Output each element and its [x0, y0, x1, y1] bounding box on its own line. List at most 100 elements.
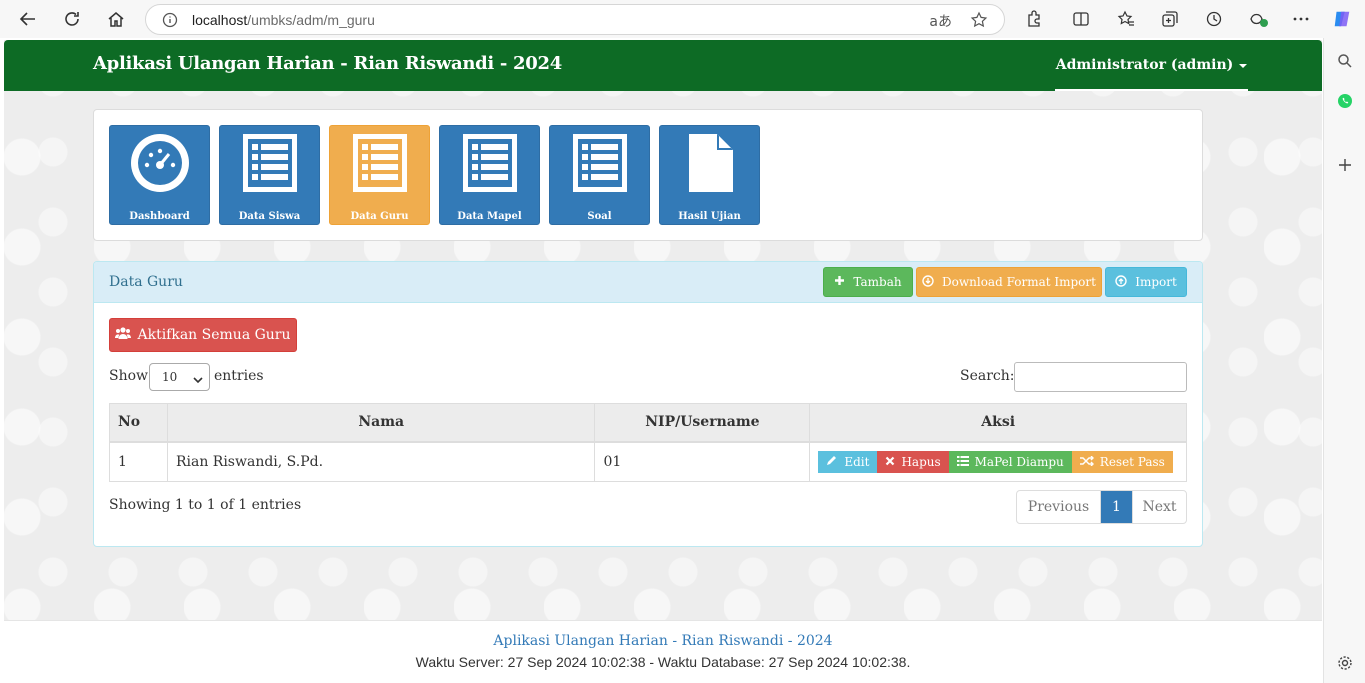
import-button[interactable]: Import — [1105, 267, 1187, 297]
caret-down-icon — [1239, 63, 1248, 68]
shuffle-icon — [1079, 455, 1094, 469]
activate-all-label: Aktifkan Semua Guru — [137, 327, 291, 343]
activate-all-teachers-button[interactable]: Aktifkan Semua Guru — [109, 318, 297, 352]
address-bar[interactable]: localhost/umbks/adm/m_guru aあ — [145, 4, 1005, 35]
info-icon[interactable] — [162, 12, 178, 28]
next-page-button[interactable]: Next — [1132, 491, 1186, 523]
table-row: 1 Rian Riswandi, S.Pd. 01 Edit Hapus MaP… — [109, 441, 1187, 482]
more-options-icon[interactable] — [1291, 9, 1311, 29]
footer-server-time: Waktu Server: 27 Sep 2024 10:02:38 - Wak… — [415, 654, 911, 670]
browser-toolbar: localhost/umbks/adm/m_guru aあ — [0, 0, 1365, 38]
history-icon[interactable] — [1204, 9, 1224, 29]
chevron-down-icon — [193, 373, 203, 387]
panel-heading: Data Guru Tambah Download Format Import … — [94, 262, 1202, 303]
reset-password-button[interactable]: Reset Pass — [1071, 450, 1173, 473]
tile-label: Data Mapel — [457, 211, 522, 222]
add-icon[interactable] — [1335, 155, 1355, 175]
tile-label: Dashboard — [129, 211, 190, 222]
settings-icon[interactable] — [1335, 653, 1355, 673]
plus-icon — [834, 275, 845, 289]
extensions-icon[interactable] — [1024, 9, 1044, 29]
delete-label: Hapus — [901, 454, 941, 469]
edit-button[interactable]: Edit — [818, 450, 878, 473]
copilot-icon[interactable] — [1332, 9, 1352, 29]
upload-circle-icon — [1115, 274, 1127, 290]
list-icon — [956, 455, 969, 469]
read-aloud-icon[interactable]: aあ — [929, 11, 952, 32]
subjects-label: MaPel Diampu — [974, 454, 1064, 469]
data-guru-panel: Data Guru Tambah Download Format Import … — [93, 261, 1203, 547]
list-icon — [349, 132, 411, 194]
app-title[interactable]: Aplikasi Ulangan Harian - Rian Riswandi … — [93, 53, 562, 74]
panel-title: Data Guru — [109, 274, 183, 290]
search-input[interactable] — [1014, 362, 1187, 392]
show-label: Show — [109, 368, 149, 384]
footer: Aplikasi Ulangan Harian - Rian Riswandi … — [4, 620, 1322, 683]
add-label: Tambah — [853, 275, 902, 289]
cell-nama: Rian Riswandi, S.Pd. — [166, 441, 596, 482]
add-button[interactable]: Tambah — [823, 267, 913, 297]
search-label: Search: — [960, 368, 1015, 384]
favorite-star-icon[interactable] — [970, 11, 988, 32]
entries-label: entries — [214, 368, 264, 384]
url-path: /umbks/adm/m_guru — [247, 11, 375, 28]
page-1-button[interactable]: 1 — [1101, 491, 1132, 523]
page-length-select[interactable]: 10 — [149, 363, 210, 391]
tile-label: Hasil Ujian — [678, 211, 741, 222]
user-menu-label: Administrator (admin) — [1055, 56, 1234, 73]
list-icon — [569, 132, 631, 194]
performance-icon[interactable] — [1249, 9, 1269, 29]
tile-data-siswa[interactable]: Data Siswa — [219, 125, 320, 225]
download-label: Download Format Import — [942, 275, 1096, 289]
import-label: Import — [1135, 275, 1177, 289]
column-header-aksi: Aksi — [809, 403, 1187, 443]
close-icon — [885, 455, 895, 469]
download-format-button[interactable]: Download Format Import — [916, 267, 1102, 297]
table-info: Showing 1 to 1 of 1 entries — [109, 497, 302, 513]
teachers-table: No Nama NIP/Username Aksi 1 Rian Riswand… — [109, 403, 1187, 482]
tile-data-guru[interactable]: Data Guru — [329, 125, 430, 225]
list-icon — [459, 132, 521, 194]
pencil-icon — [826, 454, 838, 469]
download-circle-icon — [922, 274, 934, 290]
page: Aplikasi Ulangan Harian - Rian Riswandi … — [4, 40, 1322, 683]
tile-data-mapel[interactable]: Data Mapel — [439, 125, 540, 225]
tile-label: Data Siswa — [238, 211, 301, 222]
tile-hasil-ujian[interactable]: Hasil Ujian — [659, 125, 760, 225]
users-icon — [115, 327, 132, 343]
menu-panel: Dashboard Data Siswa Data Guru Data Mape… — [93, 109, 1203, 241]
column-header-nip[interactable]: NIP/Username — [594, 403, 811, 443]
tile-soal[interactable]: Soal — [549, 125, 650, 225]
home-icon[interactable] — [105, 8, 127, 30]
tile-dashboard[interactable]: Dashboard — [109, 125, 210, 225]
delete-button[interactable]: Hapus — [877, 450, 949, 473]
cell-nip: 01 — [594, 441, 811, 482]
refresh-icon[interactable] — [61, 8, 83, 30]
list-icon — [239, 132, 301, 194]
dashboard-icon — [129, 132, 191, 194]
user-menu[interactable]: Administrator (admin) — [1055, 40, 1248, 91]
split-screen-icon[interactable] — [1071, 9, 1091, 29]
column-header-nama[interactable]: Nama — [166, 403, 596, 443]
file-icon — [679, 132, 741, 194]
cell-no: 1 — [109, 441, 168, 482]
previous-page-button[interactable]: Previous — [1017, 491, 1101, 523]
back-icon[interactable] — [17, 8, 39, 30]
tile-label: Soal — [587, 211, 612, 222]
tile-label: Data Guru — [350, 211, 409, 222]
url-host: localhost — [192, 11, 248, 28]
column-header-no[interactable]: No — [109, 403, 168, 443]
favorites-icon[interactable] — [1116, 9, 1136, 29]
cell-actions: Edit Hapus MaPel Diampu Reset Pass — [809, 441, 1187, 482]
edit-label: Edit — [844, 454, 870, 469]
reset-label: Reset Pass — [1099, 454, 1165, 469]
app-header: Aplikasi Ulangan Harian - Rian Riswandi … — [4, 40, 1322, 91]
whatsapp-icon[interactable] — [1335, 91, 1355, 111]
collections-icon[interactable] — [1160, 9, 1180, 29]
footer-app-name: Aplikasi Ulangan Harian - Rian Riswandi … — [493, 633, 833, 649]
pagination: Previous 1 Next — [1016, 490, 1187, 524]
subjects-taught-button[interactable]: MaPel Diampu — [948, 450, 1072, 473]
page-length-value: 10 — [162, 370, 178, 384]
search-icon[interactable] — [1335, 51, 1355, 71]
browser-sidebar — [1323, 38, 1365, 683]
